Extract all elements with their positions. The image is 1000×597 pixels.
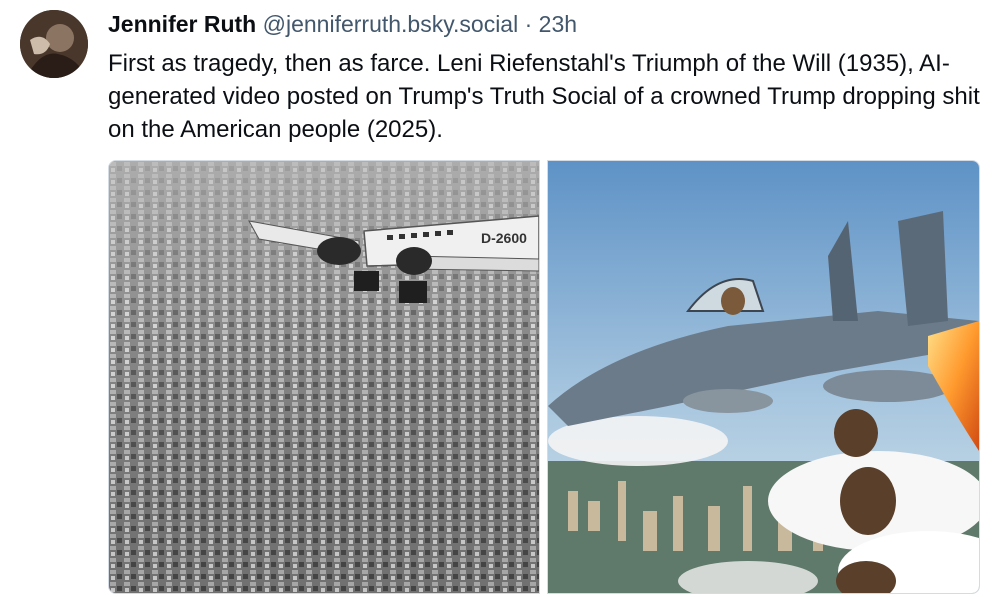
post-body-text: First as tragedy, then as farce. Leni Ri… (108, 50, 980, 143)
author-name[interactable]: Jennifer Ruth (108, 11, 256, 37)
post-image-left[interactable]: D-2600 (108, 160, 540, 594)
author-handle[interactable]: @jenniferruth.bsky.social (263, 11, 519, 37)
header-separator: · (524, 11, 533, 37)
post-image-right[interactable] (547, 160, 980, 594)
post-timestamp[interactable]: 23h (539, 11, 577, 37)
post-header: Jennifer Ruth @jenniferruth.bsky.social … (108, 9, 577, 39)
author-avatar[interactable] (20, 10, 88, 78)
plane-registration-marking: D-2600 (481, 230, 527, 246)
